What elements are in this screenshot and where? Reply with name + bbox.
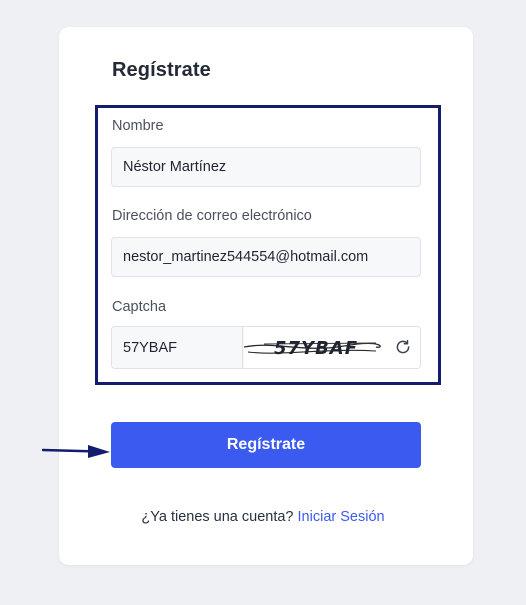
captcha-image: 57YBAF xyxy=(244,327,420,368)
captcha-input[interactable] xyxy=(112,327,243,368)
login-prompt: ¿Ya tienes una cuenta? Iniciar Sesión xyxy=(0,509,526,525)
captcha-text: 57YBAF xyxy=(274,338,359,359)
name-input[interactable] xyxy=(111,147,421,187)
name-label: Nombre xyxy=(112,118,164,134)
page-title: Regístrate xyxy=(112,59,211,81)
register-button[interactable]: Regístrate xyxy=(111,422,421,468)
refresh-icon[interactable] xyxy=(394,338,412,356)
login-link[interactable]: Iniciar Sesión xyxy=(298,509,385,525)
captcha-group: 57YBAF xyxy=(111,326,421,369)
arrow-right-icon xyxy=(42,445,110,458)
email-label: Dirección de correo electrónico xyxy=(112,208,312,224)
captcha-label: Captcha xyxy=(112,299,167,315)
login-prompt-text: ¿Ya tienes una cuenta? xyxy=(141,509,294,525)
email-input[interactable] xyxy=(111,237,421,277)
